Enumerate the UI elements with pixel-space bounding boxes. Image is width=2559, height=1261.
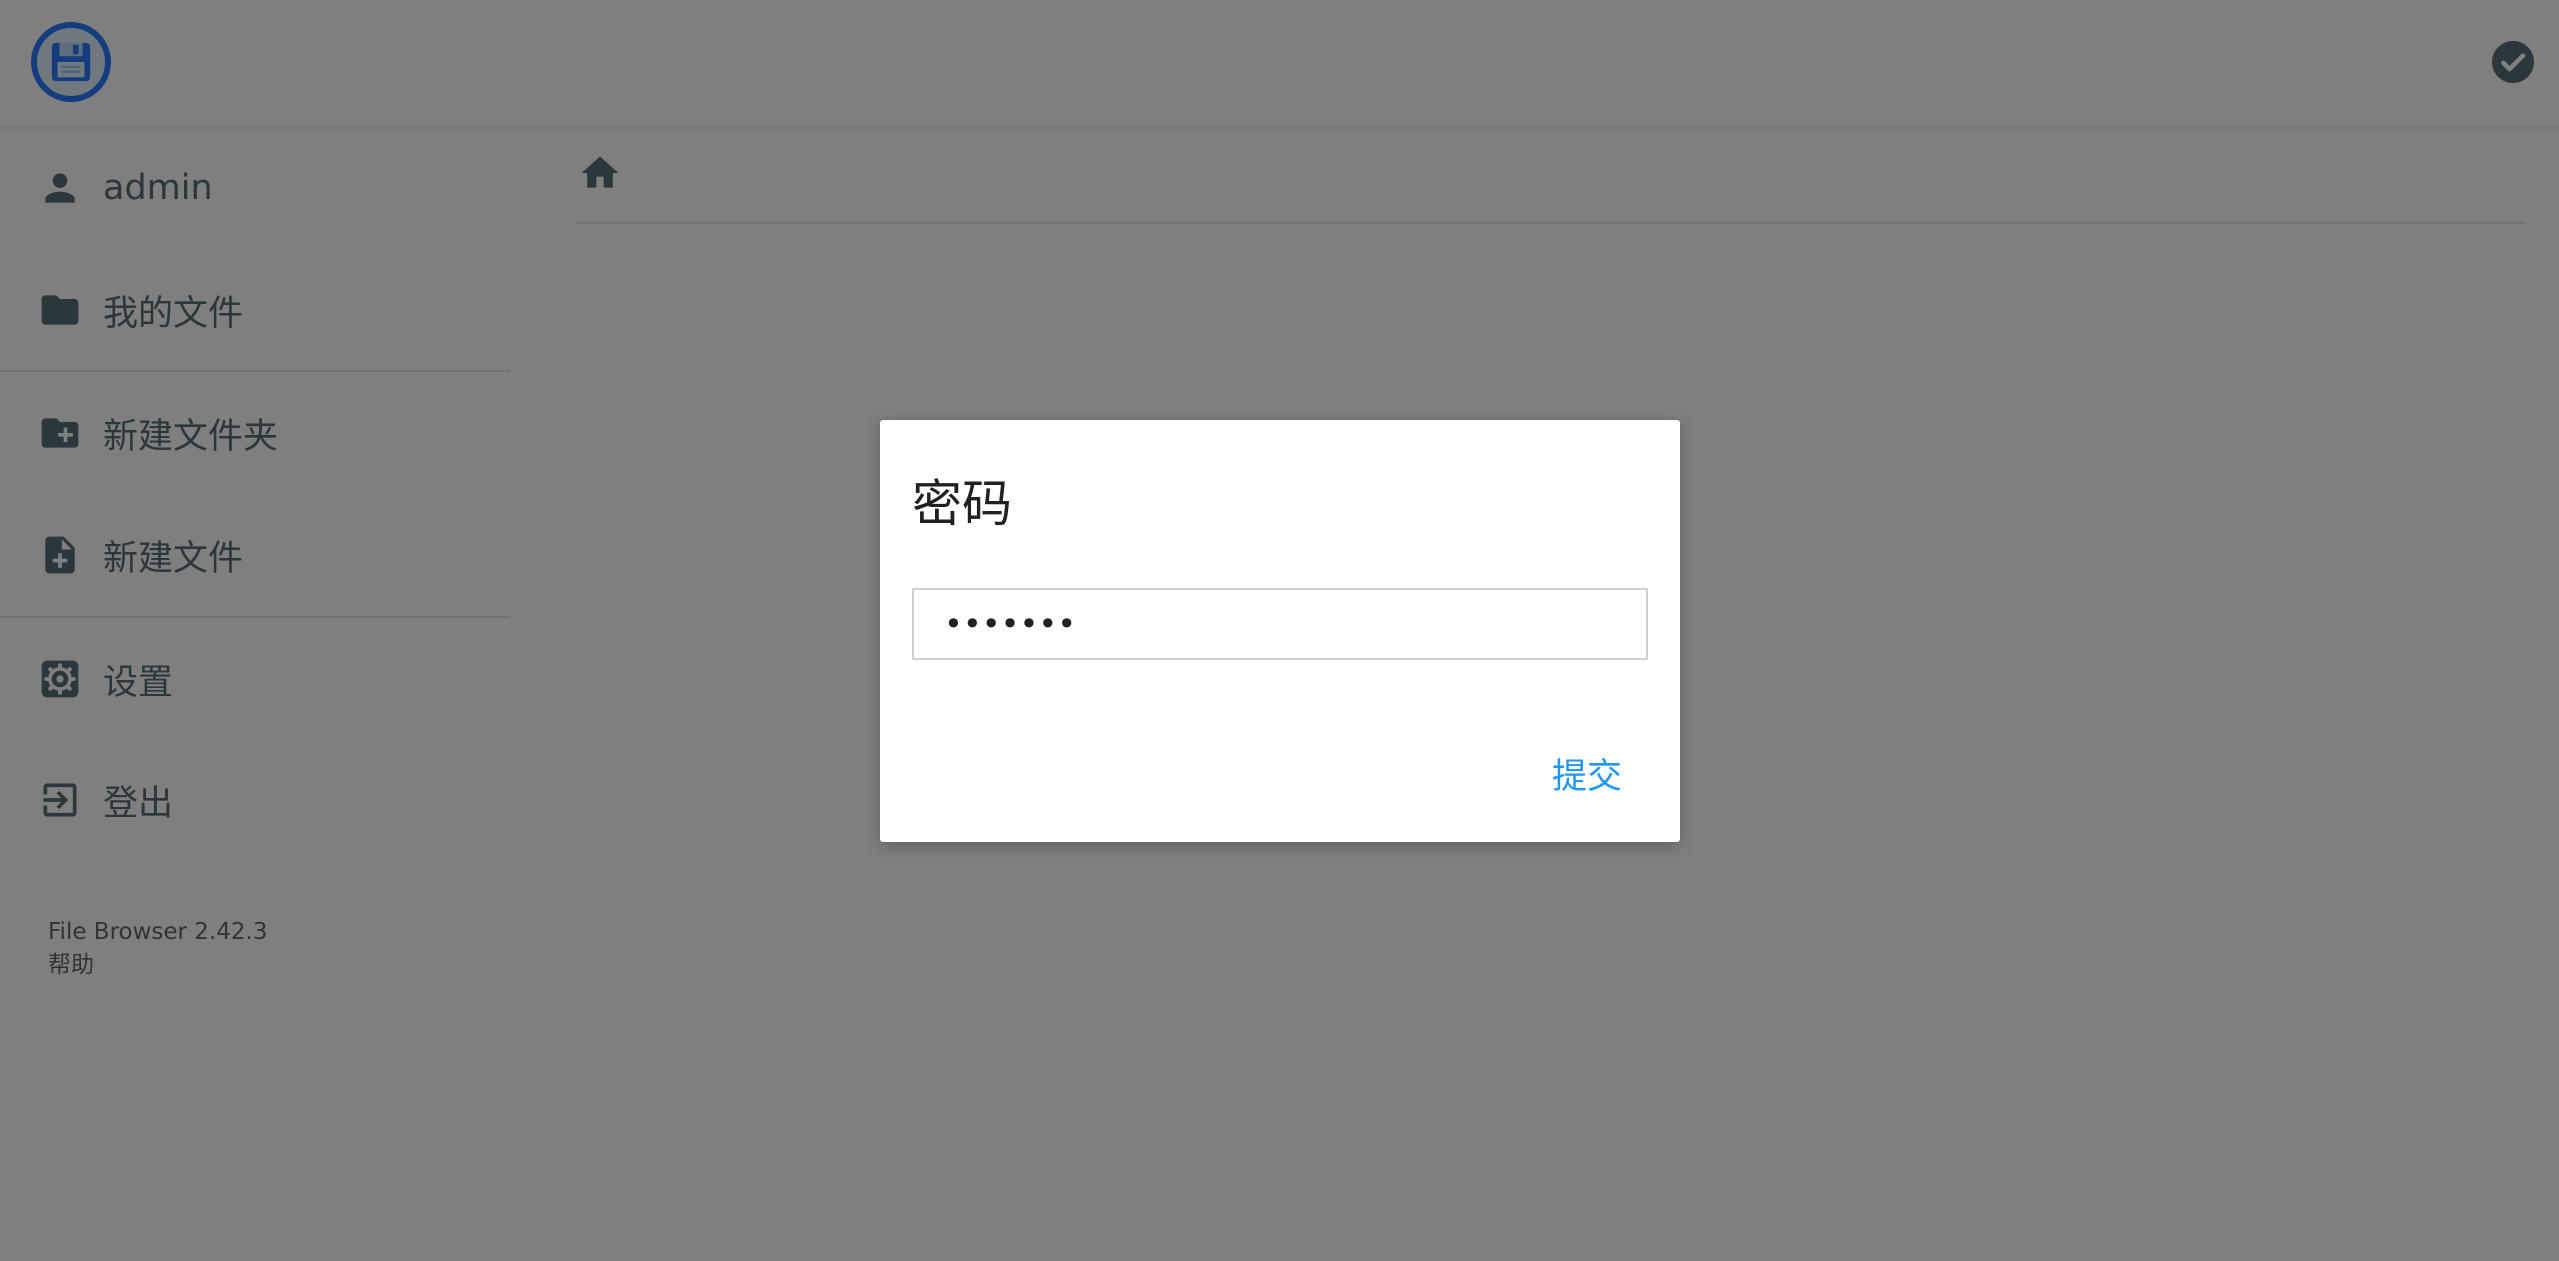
password-dialog: 密码 提交 [880,420,1680,842]
password-input[interactable] [912,588,1648,660]
submit-button[interactable]: 提交 [1534,740,1640,807]
dialog-title: 密码 [912,475,1012,533]
app-root: admin 我的文件 新建文件夹 新建文件 [0,0,2559,1261]
